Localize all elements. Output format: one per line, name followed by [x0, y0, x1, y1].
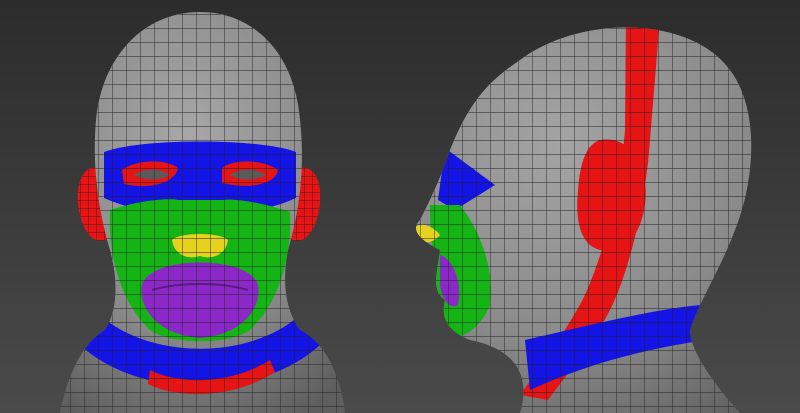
topology-render: [0, 0, 800, 413]
